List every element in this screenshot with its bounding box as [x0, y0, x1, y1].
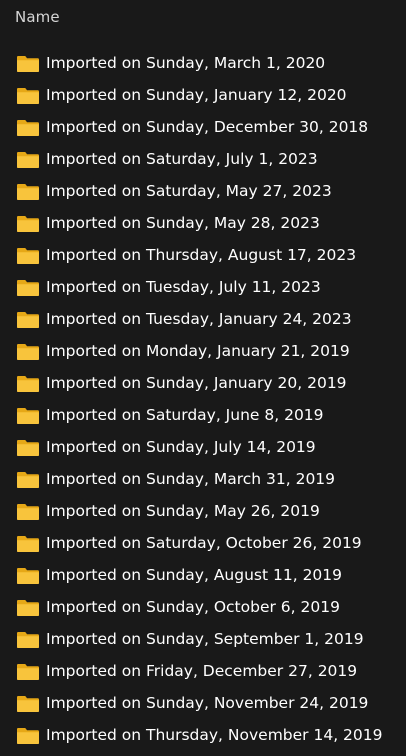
folder-row[interactable]: Imported on Sunday, January 20, 2019	[0, 368, 406, 400]
folder-icon	[16, 55, 40, 73]
folder-name: Imported on Sunday, July 14, 2019	[46, 438, 316, 456]
folder-name: Imported on Friday, December 27, 2019	[46, 662, 358, 680]
folder-row[interactable]: Imported on Sunday, March 31, 2019	[0, 464, 406, 496]
folder-row[interactable]: Imported on Saturday, May 27, 2023	[0, 176, 406, 208]
folder-row[interactable]: Imported on Sunday, October 6, 2019	[0, 592, 406, 624]
folder-row[interactable]: Imported on Sunday, November 24, 2019	[0, 688, 406, 720]
folder-name: Imported on Thursday, November 14, 2019	[46, 726, 383, 744]
folder-name: Imported on Sunday, October 6, 2019	[46, 598, 340, 616]
folder-icon	[16, 375, 40, 393]
folder-row[interactable]: Imported on Saturday, October 26, 2019	[0, 528, 406, 560]
folder-icon	[16, 471, 40, 489]
folder-row[interactable]: Imported on Thursday, August 17, 2023	[0, 240, 406, 272]
folder-name: Imported on Saturday, June 8, 2019	[46, 406, 324, 424]
name-column-label: Name	[15, 8, 60, 26]
folder-name: Imported on Saturday, May 27, 2023	[46, 182, 332, 200]
folder-icon	[16, 87, 40, 105]
folder-row[interactable]: Imported on Sunday, March 1, 2020	[0, 48, 406, 80]
folder-row[interactable]: Imported on Sunday, May 28, 2023	[0, 208, 406, 240]
folder-row[interactable]: Imported on Friday, December 27, 2019	[0, 656, 406, 688]
name-column-header[interactable]: Name	[0, 0, 406, 36]
folder-name: Imported on Sunday, May 28, 2023	[46, 214, 320, 232]
folder-name: Imported on Tuesday, January 24, 2023	[46, 310, 352, 328]
folder-name: Imported on Sunday, December 30, 2018	[46, 118, 369, 136]
folder-row[interactable]: Imported on Tuesday, January 24, 2023	[0, 304, 406, 336]
folder-name: Imported on Saturday, July 1, 2023	[46, 150, 318, 168]
folder-icon	[16, 407, 40, 425]
folder-name: Imported on Sunday, January 12, 2020	[46, 86, 347, 104]
folder-name: Imported on Saturday, October 26, 2019	[46, 534, 362, 552]
folder-icon	[16, 311, 40, 329]
folder-row[interactable]: Imported on Sunday, May 26, 2019	[0, 496, 406, 528]
folder-icon	[16, 215, 40, 233]
folder-row[interactable]: Imported on Saturday, June 8, 2019	[0, 400, 406, 432]
folder-list: Imported on Sunday, March 1, 2020 Importe…	[0, 48, 406, 752]
folder-icon	[16, 599, 40, 617]
folder-icon	[16, 279, 40, 297]
folder-name: Imported on Sunday, May 26, 2019	[46, 502, 320, 520]
folder-icon	[16, 183, 40, 201]
folder-row[interactable]: Imported on Sunday, August 11, 2019	[0, 560, 406, 592]
folder-icon	[16, 119, 40, 137]
folder-row[interactable]: Imported on Tuesday, July 11, 2023	[0, 272, 406, 304]
folder-name: Imported on Thursday, August 17, 2023	[46, 246, 357, 264]
folder-icon	[16, 439, 40, 457]
folder-row[interactable]: Imported on Sunday, January 12, 2020	[0, 80, 406, 112]
folder-icon	[16, 247, 40, 265]
folder-row[interactable]: Imported on Sunday, July 14, 2019	[0, 432, 406, 464]
folder-name: Imported on Sunday, November 24, 2019	[46, 694, 369, 712]
folder-icon	[16, 631, 40, 649]
folder-icon	[16, 343, 40, 361]
folder-icon	[16, 567, 40, 585]
folder-icon	[16, 663, 40, 681]
folder-name: Imported on Sunday, January 20, 2019	[46, 374, 347, 392]
folder-name: Imported on Sunday, March 1, 2020	[46, 54, 326, 72]
folder-name: Imported on Tuesday, July 11, 2023	[46, 278, 321, 296]
folder-row[interactable]: Imported on Saturday, July 1, 2023	[0, 144, 406, 176]
folder-icon	[16, 535, 40, 553]
folder-icon	[16, 695, 40, 713]
folder-name: Imported on Sunday, September 1, 2019	[46, 630, 364, 648]
folder-name: Imported on Sunday, August 11, 2019	[46, 566, 343, 584]
folder-row[interactable]: Imported on Sunday, December 30, 2018	[0, 112, 406, 144]
folder-row[interactable]: Imported on Sunday, September 1, 2019	[0, 624, 406, 656]
folder-icon	[16, 503, 40, 521]
folder-icon	[16, 151, 40, 169]
folder-icon	[16, 727, 40, 745]
folder-row[interactable]: Imported on Monday, January 21, 2019	[0, 336, 406, 368]
folder-row[interactable]: Imported on Thursday, November 14, 2019	[0, 720, 406, 752]
folder-name: Imported on Monday, January 21, 2019	[46, 342, 350, 360]
folder-name: Imported on Sunday, March 31, 2019	[46, 470, 336, 488]
file-list-pane: Name Imported on Sunday, March 1, 2020 Im…	[0, 0, 406, 756]
